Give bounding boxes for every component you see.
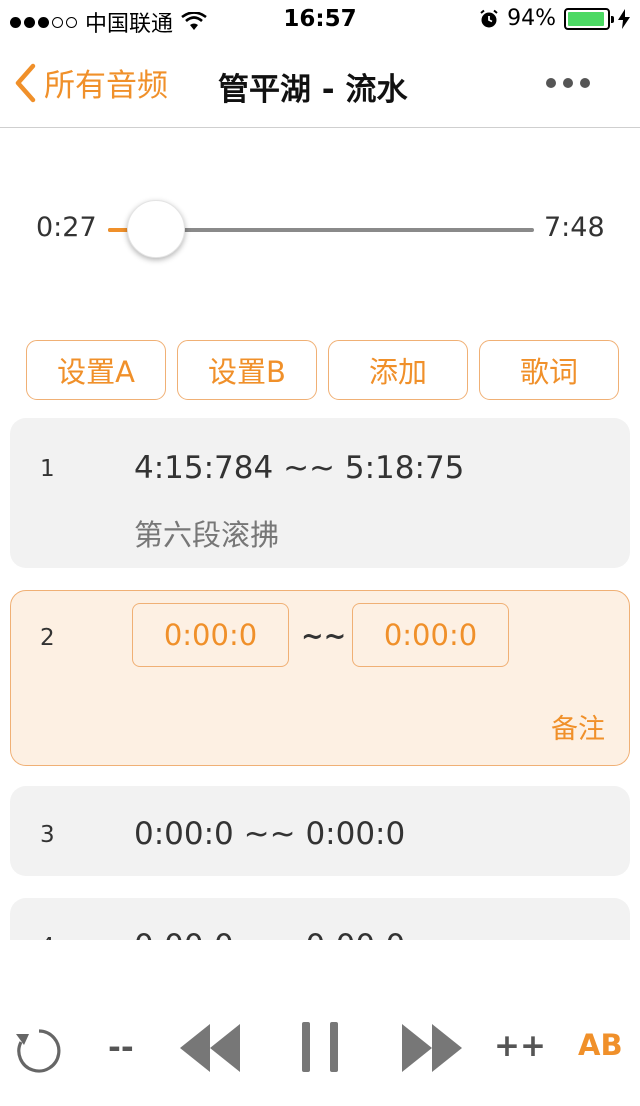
segment-index: 4 xyxy=(40,934,55,940)
playback-controls: -- ++ AB xyxy=(0,1000,640,1100)
fast-forward-icon[interactable] xyxy=(400,1022,464,1074)
charging-bolt-icon xyxy=(618,8,630,29)
segment-range: 0:00:0 ~~ 0:00:0 xyxy=(134,816,406,852)
ab-loop-button[interactable]: AB xyxy=(578,1028,623,1062)
rewind-icon[interactable] xyxy=(178,1022,242,1074)
battery-icon xyxy=(564,7,614,30)
end-time-field[interactable]: 0:00:0 xyxy=(352,603,509,667)
segment-range: 4:15:784 ~~ 5:18:75 xyxy=(134,450,465,486)
page-title: 管平湖 - 流水 xyxy=(218,72,408,108)
battery-percent: 94% xyxy=(507,6,556,31)
range-separator: ~~ xyxy=(301,621,347,652)
segment-row[interactable]: 1 4:15:784 ~~ 5:18:75 第六段滚拂 xyxy=(10,418,630,568)
current-time: 0:27 xyxy=(36,212,97,243)
repeat-icon[interactable] xyxy=(14,1026,64,1074)
slower-button[interactable]: -- xyxy=(108,1030,134,1066)
action-bar: 设置A 设置B 添加 歌词 xyxy=(26,340,619,400)
segment-range: 0:00:0 ~~ 0:00:0 xyxy=(134,928,405,940)
segment-index: 1 xyxy=(40,456,55,482)
faster-button[interactable]: ++ xyxy=(494,1028,546,1064)
total-time: 7:48 xyxy=(544,212,605,243)
segment-list[interactable]: 1 4:15:784 ~~ 5:18:75 第六段滚拂 2 0:00:0 ~~ … xyxy=(10,418,630,940)
segment-index: 3 xyxy=(40,822,55,848)
segment-row[interactable]: 4 0:00:0 ~~ 0:00:0 xyxy=(10,898,630,940)
lyrics-button[interactable]: 歌词 xyxy=(479,340,619,400)
back-label: 所有音频 xyxy=(44,68,168,104)
navigation-bar: 所有音频 管平湖 - 流水 xyxy=(0,40,640,128)
segment-note: 第六段滚拂 xyxy=(134,518,280,552)
pause-icon[interactable] xyxy=(298,1020,342,1074)
add-button[interactable]: 添加 xyxy=(328,340,468,400)
segment-row-editing[interactable]: 2 0:00:0 ~~ 0:00:0 备注 xyxy=(10,590,630,766)
back-button[interactable]: 所有音频 xyxy=(14,60,168,105)
alarm-icon xyxy=(480,9,498,27)
chevron-left-icon xyxy=(15,63,36,102)
status-bar: 中国联通 16:57 94% xyxy=(0,0,640,40)
start-time-field[interactable]: 0:00:0 xyxy=(132,603,289,667)
segment-index: 2 xyxy=(40,625,55,651)
progress-thumb[interactable] xyxy=(126,200,185,258)
note-button[interactable]: 备注 xyxy=(551,707,605,746)
segment-row[interactable]: 3 0:00:0 ~~ 0:00:0 xyxy=(10,786,630,876)
set-a-button[interactable]: 设置A xyxy=(26,340,166,400)
set-b-button[interactable]: 设置B xyxy=(177,340,317,400)
more-options-icon[interactable] xyxy=(546,78,590,88)
